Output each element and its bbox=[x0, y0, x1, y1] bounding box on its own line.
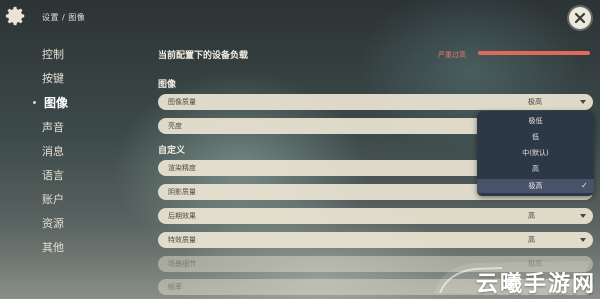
setting-label: 帧率 bbox=[168, 283, 182, 291]
dropdown-option-label: 极高 bbox=[528, 182, 543, 190]
active-indicator bbox=[33, 101, 36, 104]
quality-dropdown-menu: 极低 低 中(默认) 高 极高 ✓ bbox=[477, 111, 594, 196]
dropdown-option-selected[interactable]: 极高 ✓ bbox=[477, 179, 594, 193]
setting-label: 图像质量 bbox=[168, 98, 196, 106]
setting-value: 高 bbox=[528, 236, 535, 244]
setting-label: 场景细节 bbox=[168, 260, 196, 268]
section-image-title: 图像 bbox=[158, 80, 177, 90]
setting-row-effects-quality[interactable]: 特效质量 高 bbox=[158, 232, 593, 248]
sidebar-item-resources[interactable]: 资源 bbox=[42, 215, 64, 231]
close-icon bbox=[574, 12, 586, 24]
sidebar-item-controls[interactable]: 控制 bbox=[42, 46, 64, 62]
chevron-down-icon bbox=[580, 238, 586, 242]
device-load-bar bbox=[478, 51, 590, 55]
sidebar-item-other[interactable]: 其他 bbox=[42, 239, 64, 255]
watermark-text: 云曦手游网 bbox=[476, 272, 597, 297]
gear-icon bbox=[5, 6, 25, 26]
close-button[interactable] bbox=[569, 7, 591, 29]
section-custom-title: 自定义 bbox=[158, 146, 186, 156]
setting-label: 特效质量 bbox=[168, 236, 196, 244]
device-load-status: 严重过高 bbox=[438, 51, 466, 59]
dropdown-option[interactable]: 高 bbox=[477, 162, 594, 176]
setting-row-image-quality[interactable]: 图像质量 极高 bbox=[158, 94, 593, 110]
breadcrumb: 设置 / 图像 bbox=[42, 13, 86, 22]
setting-label: 渲染精度 bbox=[168, 164, 196, 172]
setting-label: 后期效果 bbox=[168, 212, 196, 220]
setting-label: 亮度 bbox=[168, 122, 182, 130]
sidebar-item-language[interactable]: 语言 bbox=[42, 167, 64, 183]
sidebar-item-graphics[interactable]: 图像 bbox=[44, 94, 68, 111]
device-load-title: 当前配置下的设备负载 bbox=[158, 51, 249, 61]
chevron-down-icon bbox=[580, 100, 586, 104]
setting-value: 极高 bbox=[528, 98, 542, 106]
sidebar-item-sound[interactable]: 声音 bbox=[42, 119, 64, 135]
sidebar-item-keys[interactable]: 按键 bbox=[42, 70, 64, 86]
setting-label: 阴影质量 bbox=[168, 188, 196, 196]
dropdown-option[interactable]: 低 bbox=[477, 130, 594, 144]
checkmark-icon: ✓ bbox=[581, 181, 588, 190]
sidebar-item-messages[interactable]: 消息 bbox=[42, 143, 64, 159]
dropdown-option[interactable]: 中(默认) bbox=[477, 146, 594, 160]
setting-value: 高 bbox=[528, 212, 535, 220]
dropdown-option[interactable]: 极低 bbox=[477, 114, 594, 128]
sidebar-item-account[interactable]: 账户 bbox=[42, 191, 64, 207]
chevron-down-icon bbox=[580, 214, 586, 218]
setting-row-post-effects[interactable]: 后期效果 高 bbox=[158, 208, 593, 224]
